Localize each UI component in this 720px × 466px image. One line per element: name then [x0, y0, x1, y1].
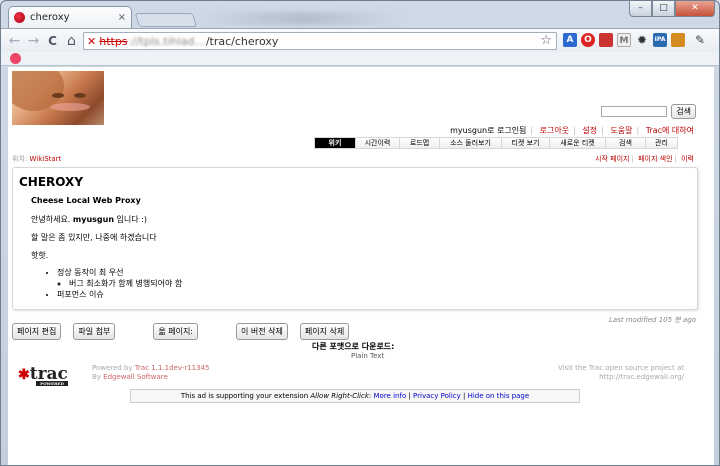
wiki-greeting: 안녕하세요. myusgun 입니다 :) [31, 214, 147, 225]
tab-timeline[interactable]: 시간이력 [355, 138, 399, 148]
logged-in-user: myusgun로 로그인됨 [450, 126, 527, 135]
minimize-button[interactable]: – [629, 1, 652, 17]
ipa-icon[interactable]: IPA [653, 33, 667, 47]
last-modified: Last modified 105 분 ago [608, 316, 696, 324]
greeting-post: 입니다 :) [114, 215, 147, 224]
close-window-button[interactable]: ✕ [675, 1, 715, 17]
puzzle-icon[interactable] [671, 33, 685, 47]
reload-icon[interactable]: C [43, 34, 62, 48]
favicon-icon [14, 12, 25, 23]
edit-page-button[interactable]: 페이지 편집 [12, 323, 62, 340]
list-item: 퍼포먼스 이슈 [57, 289, 182, 300]
tab-search[interactable]: 검색 [605, 138, 645, 148]
new-tab-button[interactable] [134, 13, 198, 27]
browser-window: cheroxy × – □ ✕ ← → C ⌂ ✕ https ://tpls.… [0, 0, 720, 466]
search-button[interactable]: 검색 [671, 104, 696, 119]
tab-new-ticket[interactable]: 새로운 티켓 [549, 138, 605, 148]
ad-extension-name: Allow Right-Click [310, 392, 369, 400]
main-nav: 위키 시간이력 로드맵 소스 둘러보기 티켓 보기 새로운 티켓 검색 관리 [314, 137, 678, 149]
tab-roadmap[interactable]: 로드맵 [399, 138, 439, 148]
rename-page-button[interactable]: 옮 페이지: [153, 323, 199, 340]
back-icon[interactable]: ← [5, 33, 24, 49]
maximize-button[interactable]: □ [652, 1, 675, 17]
window-controls: – □ ✕ [629, 1, 715, 17]
url-scheme: https [99, 34, 128, 48]
about-trac-link[interactable]: Trac에 대하여 [646, 126, 694, 135]
translate-icon[interactable]: A [563, 33, 577, 47]
tab-close-icon[interactable]: × [118, 12, 126, 23]
help-link[interactable]: 도움말 [610, 126, 632, 135]
prefs-link[interactable]: 설정 [582, 126, 597, 135]
wrench-icon[interactable]: ✎ [693, 33, 707, 47]
url-path: /trac/cheroxy [205, 34, 279, 48]
browser-tab[interactable]: cheroxy × [8, 6, 132, 28]
search-form: 검색 [601, 104, 696, 119]
forward-icon[interactable]: → [24, 33, 43, 49]
broken-lock-icon: ✕ [87, 34, 97, 48]
blurred-tab-strip [201, 12, 401, 25]
tab-title: cheroxy [30, 12, 70, 23]
page-title: CHEROXY [19, 175, 84, 189]
breadcrumb-prefix: 위치: [12, 155, 28, 163]
page-index-link[interactable]: 페이지 색인 [638, 155, 672, 163]
delete-version-button[interactable]: 이 버전 삭제 [236, 323, 288, 340]
edgewall-link[interactable]: Edgewall Software [103, 373, 168, 381]
plain-text-link[interactable]: Plain Text [351, 352, 384, 360]
powered-badge: POWERED [36, 381, 68, 386]
wiki-subtitle: Cheese Local Web Proxy [31, 196, 141, 205]
privacy-policy-link[interactable]: Privacy Policy [413, 392, 461, 400]
opera-icon[interactable]: O [581, 33, 595, 47]
address-bar[interactable]: ✕ https ://tpls.tihlad... /trac/cheroxy … [83, 32, 557, 50]
tab-view-tickets[interactable]: 티켓 보기 [501, 138, 549, 148]
wiki-line2: 할 말은 좀 있지만, 나중에 하겠습니다 [31, 233, 157, 242]
visit-trac: Visit the Trac open source project at ht… [557, 364, 684, 381]
trac-site-link[interactable]: http://trac.edgewall.org/ [599, 373, 684, 381]
extension-ad-bar: This ad is supporting your extension All… [130, 389, 580, 403]
start-page-link[interactable]: 시작 페이지 [595, 155, 629, 163]
wiki-line3: 핫핫. [31, 251, 49, 260]
bookmark-star-icon[interactable]: ☆ [540, 33, 552, 48]
more-info-link[interactable]: More info [374, 392, 407, 400]
list-item: 버그 최소화가 함께 병행되어야 함 [69, 278, 182, 289]
page-content: 검색 myusgun로 로그인됨 | 로그아웃 | 설정 | 도움말 | Trac에 대… [8, 67, 714, 465]
trac-logo[interactable]: ✱trac POWERED [18, 364, 68, 386]
bookmark-red-icon[interactable] [599, 33, 613, 47]
tab-browse-source[interactable]: 소스 둘러보기 [439, 138, 501, 148]
trac-version-link[interactable]: Trac 1.1.1dev-r11345 [135, 364, 210, 372]
gear-icon[interactable]: ✹ [635, 33, 649, 47]
tab-wiki[interactable]: 위키 [315, 138, 355, 148]
search-input[interactable] [601, 106, 668, 117]
footer: ✱trac POWERED Powered by Trac 1.1.1dev-r… [12, 363, 698, 386]
wiki-list: 정상 동작이 최 우선 버그 최소화가 함께 병행되어야 함 퍼포먼스 이슈 [57, 267, 182, 300]
home-icon[interactable]: ⌂ [62, 33, 81, 49]
context-nav: 시작 페이지 | 페이지 색인 | 이력 [595, 155, 694, 163]
bookmark-app-icon[interactable] [10, 53, 21, 64]
powered-by: Powered by Trac 1.1.1dev-r11345 By Edgew… [92, 364, 210, 381]
url-host: ://tpls.tihlad... [128, 34, 205, 48]
delete-page-button[interactable]: 페이지 삭제 [299, 323, 350, 340]
list-item: 정상 동작이 최 우선 버그 최소화가 함께 병행되어야 함 [57, 267, 182, 289]
gmail-icon[interactable]: M [617, 33, 631, 47]
wiki-content: CHEROXY Cheese Local Web Proxy 안녕하세요. my… [12, 167, 698, 310]
alt-links-title: 다른 포맷으로 다운로드: [312, 342, 395, 351]
trac-logo-mark-icon: ✱ [18, 367, 30, 383]
page-actions: 페이지 편집 파일 첨부 옮 페이지: 이 버전 삭제 페이지 삭제 [12, 323, 350, 340]
breadcrumb-page-link[interactable]: WikiStart [29, 155, 61, 163]
greeting-user: myusgun [72, 215, 115, 224]
history-link[interactable]: 이력 [681, 155, 694, 163]
site-logo[interactable] [12, 71, 104, 125]
meta-nav: myusgun로 로그인됨 | 로그아웃 | 설정 | 도움말 | Trac에 대하여 [450, 126, 694, 135]
breadcrumb: 위치: WikiStart [12, 154, 61, 164]
bookmarks-bar [1, 52, 719, 66]
logout-link[interactable]: 로그아웃 [540, 126, 569, 135]
attach-file-button[interactable]: 파일 첨부 [73, 323, 116, 340]
hide-ad-link[interactable]: Hide on this page [468, 392, 530, 400]
tab-admin[interactable]: 관리 [645, 138, 677, 148]
greeting-pre: 안녕하세요. [31, 215, 73, 224]
browser-toolbar: ← → C ⌂ ✕ https ://tpls.tihlad... /trac/… [1, 28, 719, 52]
